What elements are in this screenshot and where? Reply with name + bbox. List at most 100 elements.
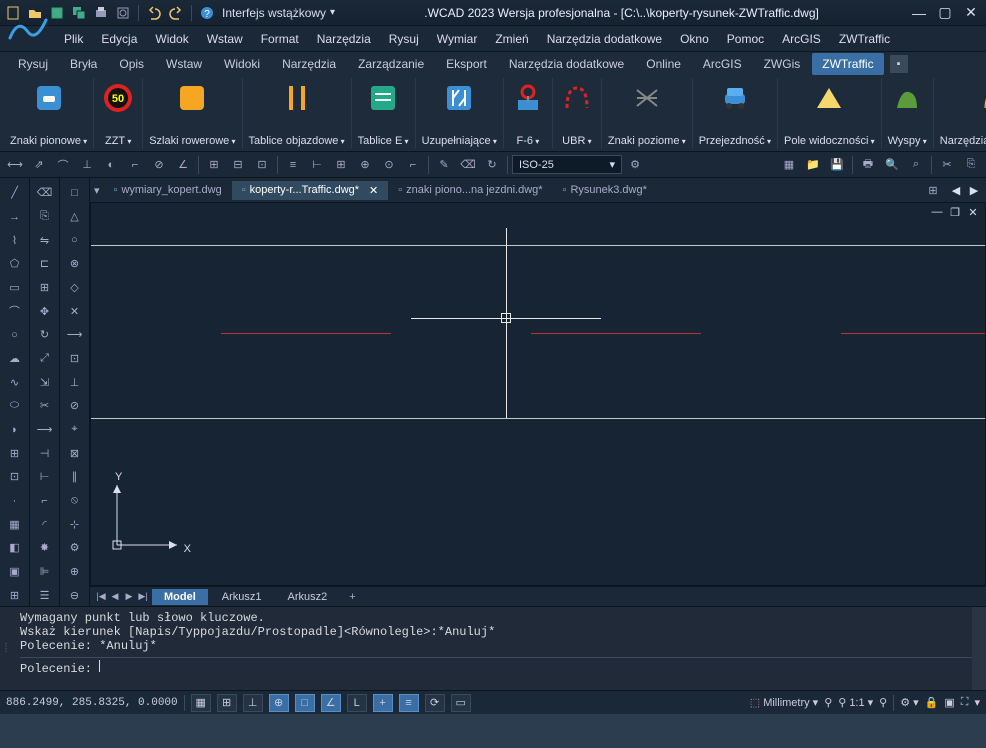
dim-center-icon[interactable]: ⊕	[354, 154, 376, 176]
ribbon-panel-znaki-poziome[interactable]: Znaki poziome	[602, 78, 693, 149]
snap-node-icon[interactable]: ⊗	[63, 253, 87, 275]
ellipse-icon[interactable]: ⬭	[3, 395, 27, 417]
app-logo[interactable]	[6, 10, 50, 48]
menu-wymiar[interactable]: Wymiar	[429, 28, 486, 50]
snap-end-icon[interactable]: □	[63, 182, 87, 204]
array-icon[interactable]: ⊞	[33, 277, 57, 299]
doc-tab-2[interactable]: ▫koperty-r...Traffic.dwg*✕	[232, 181, 389, 200]
status-ducs-btn[interactable]: L	[347, 694, 367, 712]
qat-undo-icon[interactable]	[145, 4, 163, 22]
layer-save-icon[interactable]: 💾	[826, 154, 848, 176]
revcloud-icon[interactable]: ☁	[3, 348, 27, 370]
status-ortho-btn[interactable]: ⊥	[243, 694, 263, 712]
layout-tab-model[interactable]: Model	[152, 589, 208, 605]
dim-update-icon[interactable]: ↻	[481, 154, 503, 176]
layout-first-icon[interactable]: |◀	[94, 590, 108, 604]
viewport-close-icon[interactable]: ✕	[965, 205, 981, 219]
ribbon-panel-przejezdhnosc[interactable]: Przejezdność	[693, 78, 778, 149]
menu-widok[interactable]: Widok	[147, 28, 196, 50]
copy-icon[interactable]: ⎘	[960, 154, 982, 176]
polyline-icon[interactable]: ⌇	[3, 229, 27, 251]
layer-find-icon[interactable]: ⌕	[905, 154, 927, 176]
layout-last-icon[interactable]: ▶|	[136, 590, 150, 604]
break-icon[interactable]: ⊣	[33, 442, 57, 464]
interface-style-dropdown[interactable]: Interfejs wstążkowy	[222, 6, 335, 20]
ribbon-tab-rysuj[interactable]: Rysuj	[8, 53, 58, 75]
snap-tan-icon[interactable]: ⊘	[63, 395, 87, 417]
arc-icon[interactable]: ⌒	[3, 300, 27, 322]
status-polar-btn[interactable]: ⊕	[269, 694, 289, 712]
dim-ordinate-icon[interactable]: ⊥	[76, 154, 98, 176]
menu-narzedzia[interactable]: Narzędzia	[309, 28, 379, 50]
ribbon-tab-narzedzia-dodatkowe[interactable]: Narzędzia dodatkowe	[499, 53, 634, 75]
status-grid-btn[interactable]: ⊞	[217, 694, 237, 712]
ray-icon[interactable]: →	[3, 206, 27, 228]
layout-add-icon[interactable]: +	[341, 589, 363, 605]
status-clean-icon[interactable]: ⛶	[961, 696, 969, 709]
viewport-minimize-icon[interactable]: —	[929, 205, 945, 219]
erase-icon[interactable]: ⌫	[33, 182, 57, 204]
offset-icon[interactable]: ⊏	[33, 253, 57, 275]
doc-tab-4[interactable]: ▫Rysunek3.dwg*	[553, 181, 657, 199]
make-block-icon[interactable]: ⊡	[3, 466, 27, 488]
qat-redo-icon[interactable]	[167, 4, 185, 22]
mirror-icon[interactable]: ⇋	[33, 229, 57, 251]
minimize-button[interactable]: —	[908, 2, 930, 24]
layer-preview-icon[interactable]: 🔍	[881, 154, 903, 176]
viewport[interactable]: — ❐ ✕	[90, 202, 986, 586]
insert-block-icon[interactable]: ⊞	[3, 442, 27, 464]
dim-tol-icon[interactable]: ⊞	[330, 154, 352, 176]
properties-icon[interactable]: ☰	[33, 584, 57, 606]
dim-jog-icon[interactable]: ⌐	[402, 154, 424, 176]
snap-ext-icon[interactable]: ⟶	[63, 324, 87, 346]
menu-okno[interactable]: Okno	[672, 28, 717, 50]
hatch-icon[interactable]: ▦	[3, 513, 27, 535]
layout-tab-sheet1[interactable]: Arkusz1	[210, 589, 274, 605]
snap-int-icon[interactable]: ✕	[63, 300, 87, 322]
ribbon-tab-narzedzia[interactable]: Narzędzia	[272, 53, 346, 75]
ribbon-tab-bryla[interactable]: Bryła	[60, 53, 107, 75]
circle-icon[interactable]: ○	[3, 324, 27, 346]
status-tray-icon[interactable]: ▾	[974, 696, 980, 709]
status-hardware-icon[interactable]: ▣	[944, 696, 954, 709]
snap-tt-icon[interactable]: ⊕	[63, 561, 87, 583]
dim-continue-icon[interactable]: ⊡	[251, 154, 273, 176]
status-otrack-btn[interactable]: ∠	[321, 694, 341, 712]
ribbon-panel-znaki-pionowe[interactable]: Znaki pionowe	[4, 78, 94, 149]
polygon-icon[interactable]: ⬠	[3, 253, 27, 275]
region-icon[interactable]: ▣	[3, 561, 27, 583]
point-icon[interactable]: ·	[3, 490, 27, 512]
snap-tk-icon[interactable]: ⊖	[63, 584, 87, 606]
status-osnap-btn[interactable]: □	[295, 694, 315, 712]
menu-zwtraffic[interactable]: ZWTraffic	[831, 28, 898, 50]
ribbon-panel-uzupelniajace[interactable]: Uzupełniające	[416, 78, 504, 149]
explode-icon[interactable]: ✸	[33, 537, 57, 559]
align-icon[interactable]: ⊫	[33, 561, 57, 583]
snap-qua-icon[interactable]: ◇	[63, 277, 87, 299]
layout-tab-sheet2[interactable]: Arkusz2	[276, 589, 340, 605]
spline-icon[interactable]: ∿	[3, 371, 27, 393]
dim-radius-icon[interactable]: ◐	[100, 154, 122, 176]
dim-jogged-icon[interactable]: ⌐	[124, 154, 146, 176]
ribbon-panel-pole-widocznosci[interactable]: Pole widoczności	[778, 78, 882, 149]
qat-saveall-icon[interactable]	[70, 4, 88, 22]
dim-quick-icon[interactable]: ⊞	[203, 154, 225, 176]
osnap-set-icon[interactable]: ⚙	[63, 537, 87, 559]
dim-space-icon[interactable]: ≡	[282, 154, 304, 176]
dim-diameter-icon[interactable]: ⊘	[148, 154, 170, 176]
status-workspace-icon[interactable]: ⚙ ▾	[900, 696, 918, 709]
command-line[interactable]: ⁞ Wymagany punkt lub słowo kluczowe. Wsk…	[0, 606, 986, 690]
status-dyn-btn[interactable]: +	[373, 694, 393, 712]
layer-plot-icon[interactable]: 🖶	[857, 154, 879, 176]
cut-icon[interactable]: ✂	[936, 154, 958, 176]
snap-cen-icon[interactable]: ○	[63, 229, 87, 251]
ribbon-panel-tablice-objazdowe[interactable]: Tablice objazdowe	[243, 78, 352, 149]
doc-tab-3[interactable]: ▫znaki piono...na jezdni.dwg*	[388, 181, 552, 199]
cmdline-handle[interactable]: ⁞	[0, 607, 12, 690]
ribbon-panel-ubr[interactable]: UBR	[553, 78, 602, 149]
dim-linear-icon[interactable]: ⟷	[4, 154, 26, 176]
layout-prev-icon[interactable]: ◀	[108, 590, 122, 604]
status-lock-icon[interactable]: 🔒	[925, 696, 939, 709]
status-anno-vis[interactable]: ⚲	[879, 696, 887, 709]
viewport-restore-icon[interactable]: ❐	[947, 205, 963, 219]
